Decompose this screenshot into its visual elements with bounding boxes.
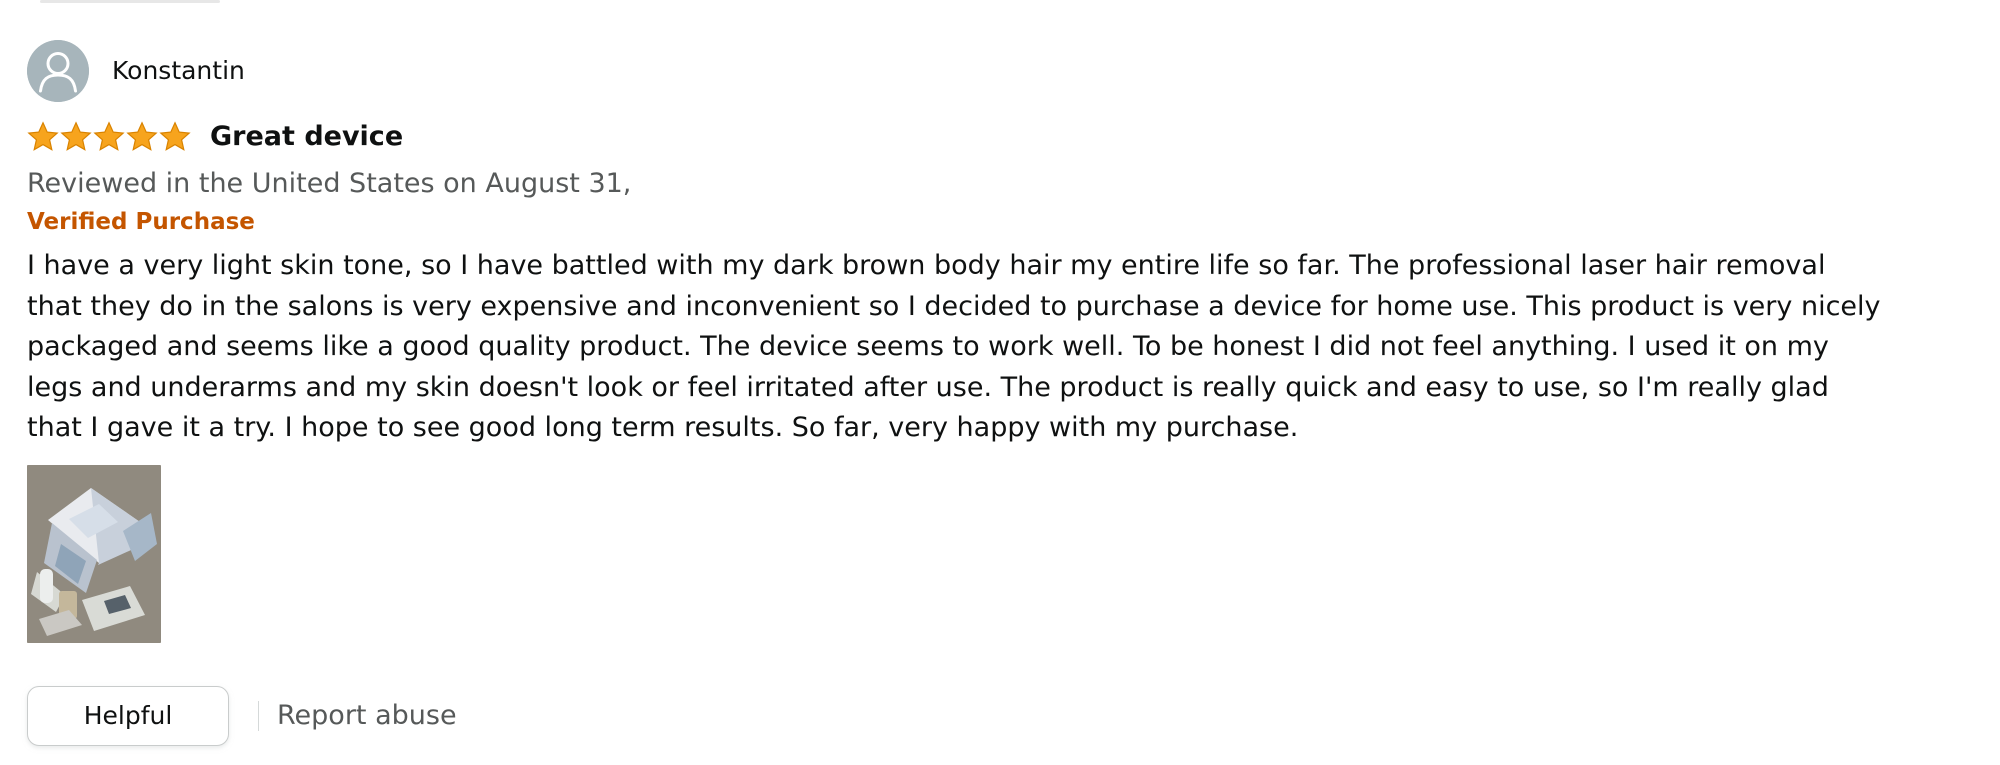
verified-purchase-badge: Verified Purchase (27, 209, 255, 235)
action-divider (258, 700, 259, 731)
customer-review: Konstantin Great device Reviewed in the … (27, 40, 1907, 747)
review-actions: Helpful Report abuse (27, 685, 1907, 747)
helpful-button[interactable]: Helpful (27, 685, 229, 746)
review-title[interactable]: Great device (210, 121, 403, 153)
star-icon (93, 121, 125, 151)
star-icon (60, 121, 92, 151)
reviewer-name[interactable]: Konstantin (112, 56, 245, 86)
five-star-rating[interactable] (27, 120, 191, 154)
default-user-icon (27, 40, 89, 102)
reviewer-profile[interactable]: Konstantin (27, 40, 1907, 102)
top-divider (40, 0, 220, 3)
star-icon (159, 121, 191, 151)
star-icon (27, 121, 59, 151)
review-body: I have a very light skin tone, so I have… (27, 250, 1881, 443)
review-date: Reviewed in the United States on August … (27, 168, 632, 199)
review-photo-thumbnail[interactable] (27, 464, 161, 643)
report-abuse-link[interactable]: Report abuse (277, 700, 457, 732)
star-icon (126, 121, 158, 151)
review-title-row: Great device (27, 120, 1907, 154)
